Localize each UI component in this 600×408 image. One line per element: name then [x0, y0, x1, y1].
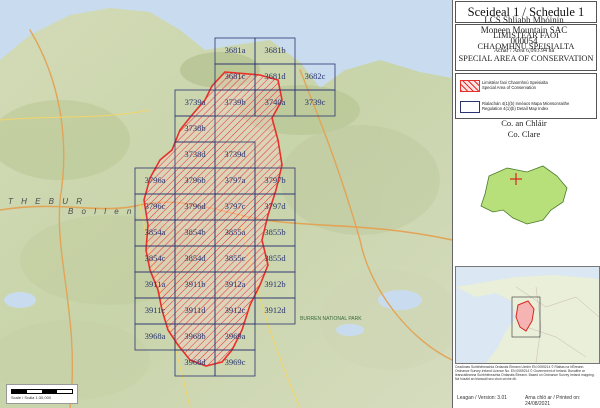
index-tile-label[interactable]: 3854d [184, 253, 206, 263]
index-tile-label[interactable]: 3854c [145, 253, 166, 263]
index-tile-label[interactable]: 3796d [184, 201, 206, 211]
index-tile-label[interactable]: 3797a [225, 175, 246, 185]
index-tile-label[interactable]: 3855d [264, 253, 286, 263]
index-tile-label[interactable]: 3796c [145, 201, 166, 211]
site-area: Achar / Area 6,093.94 ha [493, 48, 555, 54]
legend-sac-english: Special Area of Conservation [482, 85, 537, 90]
copyright-notes: Ceadúnas Suirbhéireachta Ordanáis Éirean… [455, 365, 595, 381]
place-label-the-burren: T H E B U R [8, 197, 85, 206]
scale-bar: Scale / Scála 1:30,000 [6, 384, 78, 404]
county-english: Co. Clare [507, 129, 541, 139]
site-english-name: Moneen Mountain SAC [480, 25, 568, 35]
county-irish: Co. an Chláir [501, 118, 547, 128]
index-tile-label[interactable]: 3739d [224, 149, 246, 159]
legend-index-english: Regulation 4(1)(b) Detail Map Index [482, 106, 549, 111]
index-tile-label[interactable]: 3855b [264, 227, 285, 237]
index-tile-label[interactable]: 3682c [305, 71, 326, 81]
index-tile-label[interactable]: 3740a [265, 97, 286, 107]
topographic-map[interactable]: 3681a 3681b 3681c 3681d 3682c 3739a 3739b 3740a… [0, 0, 452, 408]
index-tile-label[interactable]: 3797d [264, 201, 286, 211]
index-tile-label[interactable]: 3969a [225, 331, 246, 341]
index-tile-label[interactable]: 3681d [264, 71, 286, 81]
index-tile-label[interactable]: 3854b [184, 227, 205, 237]
scale-bar-graphic [11, 389, 73, 394]
index-tile-label[interactable]: 3911c [145, 305, 166, 315]
schedule-map-sheet: 3681a 3681b 3681c 3681d 3682c 3739a 3739b 3740a… [0, 0, 600, 408]
index-tile-label[interactable]: 3968a [145, 331, 166, 341]
county-clare-shape [480, 165, 568, 225]
index-tile-label[interactable]: 3911b [185, 279, 206, 289]
inset-map-svg [456, 275, 599, 363]
site-code: 000054 [510, 36, 538, 46]
lake [336, 324, 364, 336]
lake [378, 290, 422, 310]
index-swatch-icon [460, 101, 480, 113]
version-text: Leagan / Version: 3.01 [457, 395, 508, 401]
index-tile-label[interactable]: 3968d [184, 357, 206, 367]
scale-text: Scale / Scála 1:30,000 [11, 395, 52, 400]
place-label-bollen: B o l l e n [68, 207, 134, 216]
index-tile-label[interactable]: 3681c [225, 71, 246, 81]
printed-date: Arna chló ar / Printed on: 24/08/2021 [525, 395, 581, 407]
index-tile-label[interactable]: 3796a [145, 175, 166, 185]
index-tile-label[interactable]: 3681a [225, 45, 246, 55]
index-tile-label[interactable]: 3739b [224, 97, 245, 107]
index-tile-label[interactable]: 3912b [264, 279, 285, 289]
designation-line-3: SPECIAL AREA OF CONSERVATION [458, 54, 594, 63]
county-locator-map [480, 165, 568, 225]
index-tile-label[interactable]: 3681b [264, 45, 285, 55]
index-tile-label[interactable]: 3912a [225, 279, 246, 289]
sac-swatch-icon [460, 80, 480, 92]
site-irish-name: LCS Shliabh Mhóinín [484, 15, 564, 25]
index-tile-label[interactable]: 3969c [225, 357, 246, 367]
inset-overview-map[interactable] [455, 266, 600, 364]
index-tile-label[interactable]: 3911d [185, 305, 207, 315]
index-tile-label[interactable]: 3797b [264, 175, 285, 185]
index-tile-label[interactable]: 3738d [184, 149, 206, 159]
index-tile-label[interactable]: 3797c [225, 201, 246, 211]
index-tile-label[interactable]: 3911a [145, 279, 166, 289]
footer-bar: Leagan / Version: 3.01 Arna chló ar / Pr… [453, 392, 600, 407]
index-tile-label[interactable]: 3912c [225, 305, 246, 315]
index-tile-label[interactable]: 3796b [184, 175, 205, 185]
lake [4, 292, 36, 308]
index-tile-label[interactable]: 3739c [305, 97, 326, 107]
index-tile-label[interactable]: 3739a [185, 97, 206, 107]
park-label: BURREN NATIONAL PARK [300, 316, 362, 322]
legend-box: Limistéar faoi Chaomhnú Speisialta Speci… [455, 73, 597, 119]
index-tile-label[interactable]: 3854a [145, 227, 166, 237]
index-tile-label[interactable]: 3855c [225, 253, 246, 263]
index-tile-label[interactable]: 3855a [225, 227, 246, 237]
index-tile-label[interactable]: 3738b [184, 123, 205, 133]
detail-map-panel[interactable]: 3681a 3681b 3681c 3681d 3682c 3739a 3739b 3740a… [0, 0, 453, 408]
index-tile-label[interactable]: 3912d [264, 305, 286, 315]
index-tile-label[interactable]: 3968b [184, 331, 205, 341]
